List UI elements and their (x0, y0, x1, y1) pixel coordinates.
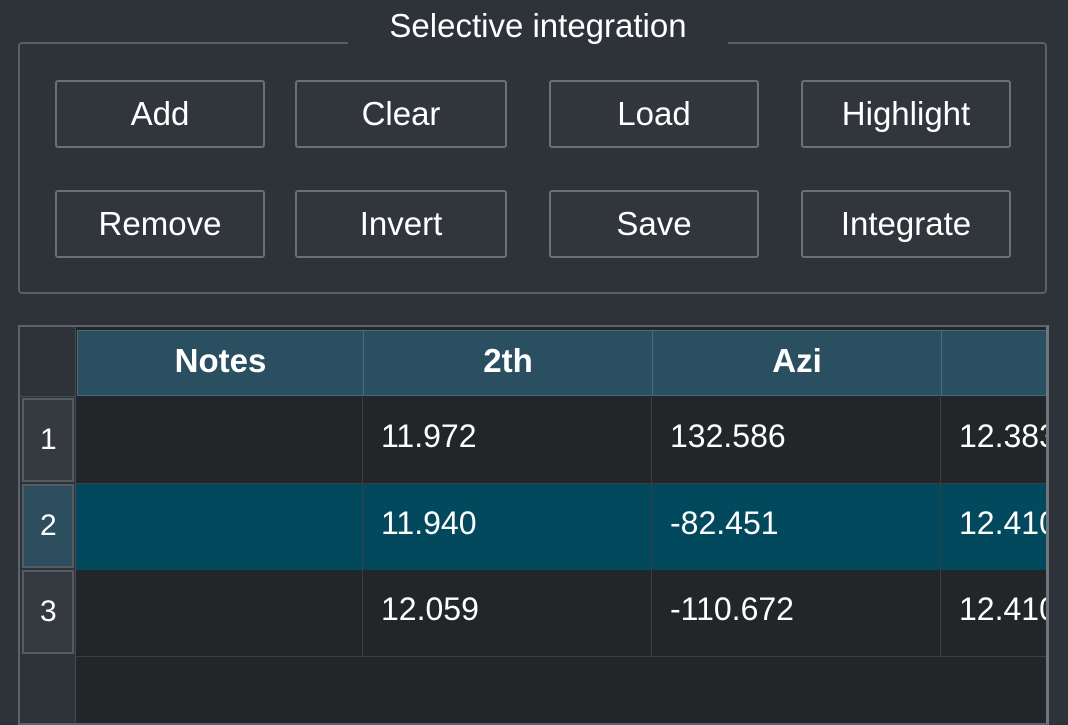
table-row-selected[interactable]: 11.940 -82.451 12.410 (76, 484, 1046, 571)
row-header-3[interactable]: 3 (22, 570, 74, 654)
cell-notes[interactable] (76, 397, 363, 483)
cell-2th[interactable]: 11.972 (363, 397, 652, 483)
row-header-1[interactable]: 1 (22, 398, 74, 482)
table-row[interactable]: 11.972 132.586 12.383 (76, 397, 1046, 484)
cell-extra[interactable]: 12.410 (941, 570, 1046, 656)
column-header-4[interactable] (941, 330, 1046, 396)
table-corner-button[interactable] (20, 327, 76, 397)
invert-button[interactable]: Invert (295, 190, 507, 258)
column-header-notes[interactable]: Notes (77, 330, 364, 396)
cell-extra[interactable]: 12.410 (941, 484, 1046, 570)
save-button[interactable]: Save (549, 190, 759, 258)
clear-button[interactable]: Clear (295, 80, 507, 148)
cell-2th[interactable]: 11.940 (363, 484, 652, 570)
column-header-azi[interactable]: Azi (652, 330, 942, 396)
row-header-2[interactable]: 2 (22, 484, 74, 568)
cell-extra[interactable]: 12.383 (941, 397, 1046, 483)
integrate-button[interactable]: Integrate (801, 190, 1011, 258)
column-header-2th[interactable]: 2th (363, 330, 653, 396)
remove-button[interactable]: Remove (55, 190, 265, 258)
cell-notes[interactable] (76, 484, 363, 570)
peaks-table[interactable]: Notes 2th Azi 1 11.972 132.586 12.383 2 … (18, 325, 1049, 725)
cell-notes[interactable] (76, 570, 363, 656)
groupbox-title: Selective integration (348, 4, 728, 48)
table-row[interactable]: 12.059 -110.672 12.410 (76, 570, 1046, 657)
cell-azi[interactable]: 132.586 (652, 397, 941, 483)
add-button[interactable]: Add (55, 80, 265, 148)
cell-2th[interactable]: 12.059 (363, 570, 652, 656)
cell-azi[interactable]: -110.672 (652, 570, 941, 656)
load-button[interactable]: Load (549, 80, 759, 148)
cell-azi[interactable]: -82.451 (652, 484, 941, 570)
highlight-button[interactable]: Highlight (801, 80, 1011, 148)
